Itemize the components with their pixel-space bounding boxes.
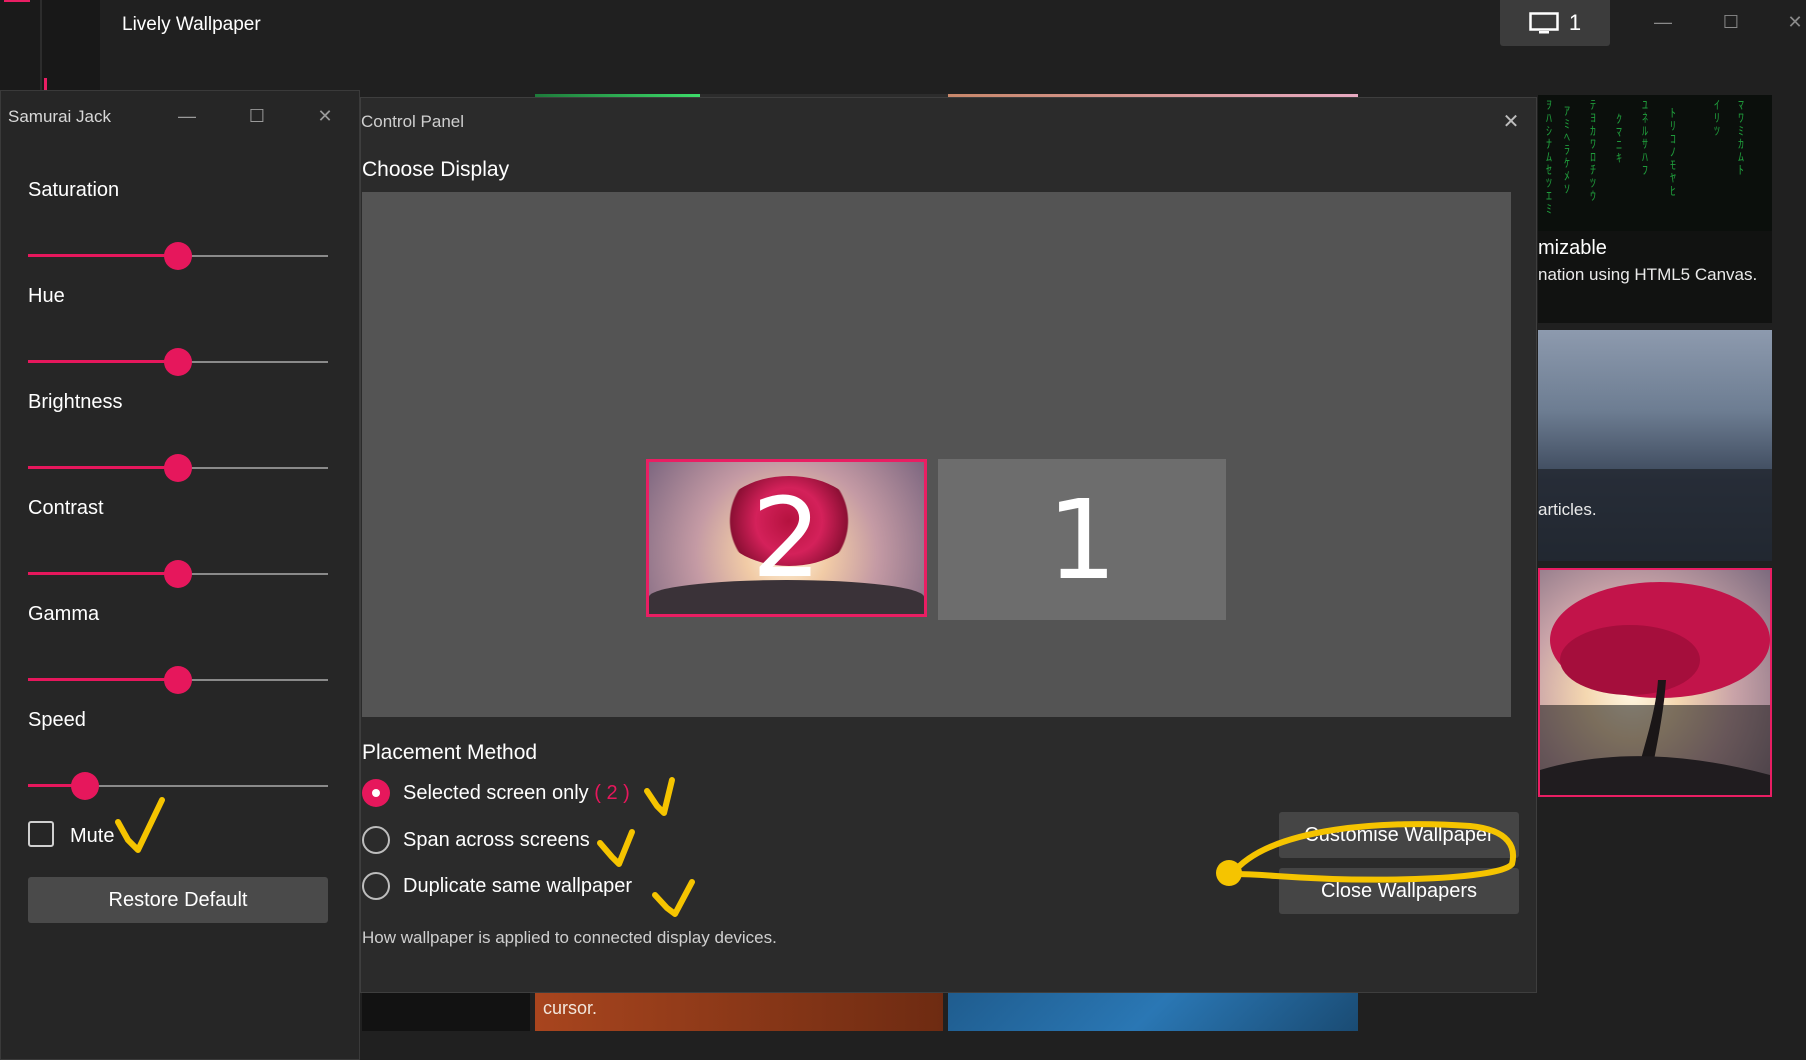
choose-display-heading: Choose Display <box>362 158 510 181</box>
close-icon[interactable]: ✕ <box>1770 4 1806 40</box>
speed-slider[interactable] <box>28 772 328 800</box>
app-title: Lively Wallpaper <box>122 14 261 35</box>
tile-description: articles. <box>1538 500 1597 519</box>
tile-title: mizable <box>1538 237 1607 259</box>
gallery-tile-matrix[interactable]: ｦﾊｼﾅﾑｾﾂｴﾐ ｱﾐﾍﾗｹﾒｿ ﾃﾖｶﾜﾛﾁﾂｳ ｸﾏﾆｷ ﾕﾈﾙｻﾊﾌ ﾄ… <box>1538 95 1772 323</box>
contrast-label: Contrast <box>28 497 104 519</box>
radio-span-screens[interactable] <box>362 826 390 854</box>
radio-label-selected-screen[interactable]: Selected screen only ( 2 ) <box>403 782 630 805</box>
hue-slider[interactable] <box>28 348 328 376</box>
display-selector-button[interactable]: 1 <box>1500 0 1610 46</box>
slider-thumb[interactable] <box>164 242 192 270</box>
monitor-number: 2 <box>751 474 822 602</box>
gamma-label: Gamma <box>28 603 100 625</box>
close-wallpapers-button[interactable]: Close Wallpapers <box>1279 868 1519 914</box>
saturation-label: Saturation <box>28 179 120 201</box>
hue-label: Hue <box>28 285 65 307</box>
radio-label-duplicate-wallpaper[interactable]: Duplicate same wallpaper <box>403 875 632 898</box>
close-icon[interactable]: ✕ <box>307 101 343 131</box>
brightness-slider[interactable] <box>28 454 328 482</box>
maximize-icon[interactable]: ☐ <box>239 101 275 131</box>
slider-thumb[interactable] <box>164 454 192 482</box>
radio-selected-screen[interactable] <box>362 779 390 807</box>
customise-wallpaper-button[interactable]: Customise Wallpaper <box>1279 812 1519 858</box>
tile-description: nation using HTML5 Canvas. <box>1538 265 1758 284</box>
window-title: Samurai Jack <box>8 107 111 126</box>
display-layout-area: 2 1 <box>362 192 1511 717</box>
slider-thumb[interactable] <box>164 560 192 588</box>
selected-display-suffix: ( 2 ) <box>594 782 630 804</box>
slider-thumb[interactable] <box>164 666 192 694</box>
gallery-tile[interactable]: cursor. <box>535 990 943 1031</box>
placement-method-heading: Placement Method <box>362 741 538 764</box>
contrast-slider[interactable] <box>28 560 328 588</box>
minimize-icon[interactable]: — <box>169 101 205 131</box>
saturation-slider[interactable] <box>28 242 328 270</box>
monitor-1-button[interactable]: 1 <box>938 459 1226 620</box>
monitor-icon <box>1529 12 1559 34</box>
slider-thumb[interactable] <box>71 772 99 800</box>
gallery-tile[interactable] <box>948 990 1358 1031</box>
gamma-slider[interactable] <box>28 666 328 694</box>
tile-caption <box>1540 705 1770 795</box>
brightness-label: Brightness <box>28 391 123 413</box>
restore-default-button[interactable]: Restore Default <box>28 877 328 923</box>
placement-help-text: How wallpaper is applied to connected di… <box>362 928 777 947</box>
gallery-tile[interactable] <box>362 990 530 1031</box>
wallpaper-thumbnail[interactable] <box>0 0 42 94</box>
radio-label-span-screens[interactable]: Span across screens <box>403 829 590 852</box>
gallery-tile-rain[interactable]: articles. <box>1538 330 1772 561</box>
customise-window: Samurai Jack — ☐ ✕ Saturation Hue Bright… <box>0 90 360 1060</box>
tile-description: cursor. <box>543 998 598 1018</box>
speed-label: Speed <box>28 709 86 731</box>
display-count: 1 <box>1568 10 1582 35</box>
radio-duplicate-wallpaper[interactable] <box>362 872 390 900</box>
mute-label: Mute <box>70 825 115 847</box>
maximize-icon[interactable]: ☐ <box>1706 4 1756 40</box>
slider-thumb[interactable] <box>164 348 192 376</box>
window-title: Control Panel <box>361 112 465 131</box>
wallpaper-thumbnail[interactable] <box>42 0 100 94</box>
option-label: Selected screen only <box>403 782 589 804</box>
minimize-icon[interactable]: — <box>1638 4 1688 40</box>
mute-checkbox[interactable] <box>28 821 54 847</box>
control-panel-window: Control Panel ✕ Choose Display 2 1 Place… <box>360 97 1537 993</box>
gallery-tile-samurai-jack[interactable] <box>1538 568 1772 797</box>
close-icon[interactable]: ✕ <box>1491 104 1531 138</box>
monitor-2-button[interactable]: 2 <box>646 459 927 617</box>
